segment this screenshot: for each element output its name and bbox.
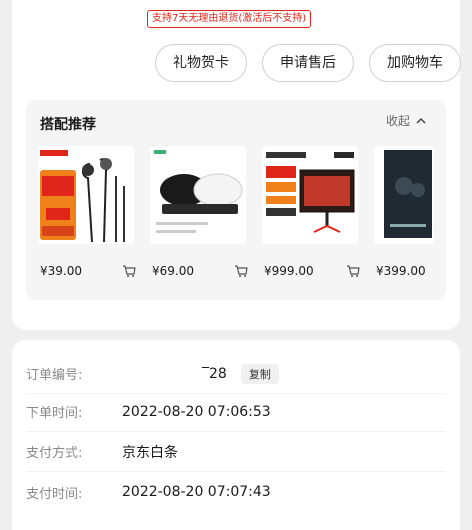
payment-time-value: 2022-08-20 07:07:43: [122, 484, 271, 500]
product-price: ¥999.00: [264, 264, 314, 278]
cart-icon[interactable]: [346, 264, 360, 278]
product-card[interactable]: ¥399.00: [374, 146, 446, 278]
chevron-up-icon: [416, 117, 426, 124]
product-price: ¥39.00: [40, 264, 82, 278]
return-policy-badge: 支持7天无理由退货(激活后不支持): [147, 10, 312, 28]
order-number-label: 订单编号:: [26, 368, 83, 383]
after-sale-button[interactable]: 申请售后: [262, 44, 354, 82]
product-price: ¥69.00: [152, 264, 194, 278]
collapse-label: 收起: [385, 114, 410, 128]
add-to-cart-button[interactable]: 加购物车: [369, 44, 461, 82]
controller-charger-image: [150, 146, 246, 244]
order-actions-card: 支持7天无理由退货(激活后不支持) 礼物贺卡 申请售后 加购物车 搭配推荐 收起: [12, 0, 461, 330]
order-number-row: 订单编号: ‾28 复制: [26, 354, 446, 394]
order-time-row: 下单时间: 2022-08-20 07:06:53: [26, 392, 446, 432]
order-number-value: ‾28: [202, 365, 227, 382]
recommendation-title: 搭配推荐: [40, 117, 96, 133]
order-time-value: 2022-08-20 07:06:53: [122, 403, 271, 420]
earphones-image: [38, 146, 134, 244]
product-card[interactable]: ¥69.00: [150, 146, 248, 278]
payment-time-row: 支付时间: 2022-08-20 07:07:43: [26, 472, 446, 512]
gift-card-button[interactable]: 礼物贺卡: [155, 44, 247, 82]
payment-method-label: 支付方式:: [26, 446, 83, 461]
recommendation-panel: 搭配推荐 收起 ¥39.00 ¥69.00 ¥999.00 ¥399.00: [26, 100, 446, 300]
cart-icon[interactable]: [234, 264, 248, 278]
product-card[interactable]: ¥999.00: [262, 146, 360, 278]
payment-method-row: 支付方式: 京东白条: [26, 432, 446, 472]
collapse-button[interactable]: 收起: [386, 112, 426, 129]
order-time-label: 下单时间:: [26, 406, 83, 421]
gaming-monitor-image: [262, 146, 358, 244]
earbuds-box-image: [374, 146, 434, 244]
cart-icon[interactable]: [122, 264, 136, 278]
payment-time-label: 支付时间:: [26, 486, 83, 502]
copy-button[interactable]: 复制: [240, 363, 279, 384]
payment-method-value: 京东白条: [122, 444, 178, 461]
order-info-card: 订单编号: ‾28 复制 下单时间: 2022-08-20 07:06:53 支…: [12, 340, 460, 530]
product-card[interactable]: ¥39.00: [38, 146, 136, 278]
product-price: ¥399.00: [376, 264, 426, 278]
